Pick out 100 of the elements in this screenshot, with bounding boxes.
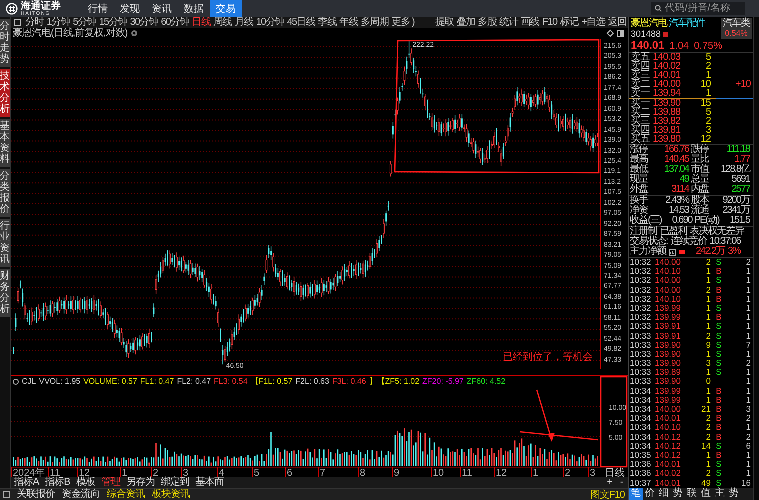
trade-price: 140.02 — [655, 469, 682, 479]
diamond-icon[interactable] — [607, 30, 614, 37]
stat-label: 换手 — [630, 196, 648, 206]
trade-time: 10:33 — [630, 359, 652, 368]
period-tab[interactable]: 年线 — [338, 17, 360, 28]
nav-tab[interactable]: 资讯 — [146, 0, 178, 17]
nav-tab[interactable]: 行情 — [82, 0, 114, 17]
stat-label: 净资 — [630, 206, 648, 216]
period-tab[interactable]: 1分钟 — [45, 17, 72, 28]
period-tab[interactable]: 45日线 — [286, 17, 317, 28]
toolbar-button[interactable]: F10 — [540, 17, 559, 28]
trade-time: 10:32 — [630, 258, 652, 268]
indicator-value: FL1: 0.47 — [140, 377, 174, 386]
trade-time: 10:33 — [630, 368, 652, 378]
side-tab[interactable]: 分时走势 — [0, 19, 10, 67]
indicator-tab[interactable]: 指标B — [42, 477, 74, 488]
period-tab[interactable]: 5分钟 — [72, 17, 98, 28]
toolbar-button[interactable]: 画线 — [519, 17, 541, 28]
trade-side: B — [715, 423, 723, 433]
trade-time: 10:34 — [630, 396, 652, 406]
indicator-tab[interactable]: 绑定到 — [158, 477, 192, 488]
toolbar-button[interactable]: 标记 — [558, 17, 580, 28]
annotation-arrow — [536, 390, 555, 442]
period-tab[interactable]: 多周期 — [359, 17, 390, 28]
side-tab[interactable]: 分类报价 — [0, 169, 10, 217]
trade-time: 10:32 — [630, 313, 652, 322]
trade-count: 1 — [745, 368, 751, 378]
indicator-tab[interactable]: 基本面 — [192, 477, 227, 488]
side-tab[interactable]: 行业资讯 — [0, 219, 10, 267]
trade-side: S — [715, 276, 723, 286]
panel-toggle-icon[interactable] — [14, 19, 21, 26]
period-tab[interactable]: 10分钟 — [254, 17, 286, 28]
quote-tab[interactable]: 价 — [643, 488, 657, 500]
chart-icon[interactable] — [669, 248, 676, 256]
stat-value: 9200万 — [722, 196, 750, 206]
trade-price: 139.90 — [655, 377, 682, 387]
order-price: 140.00 — [653, 80, 682, 89]
status-link[interactable]: 综合资讯 — [107, 489, 145, 500]
toolbar-button[interactable]: +自选 — [580, 17, 607, 28]
indicator-value: VVOL: 1.95 — [39, 377, 81, 386]
indicator-tab[interactable]: 管理 — [98, 477, 124, 488]
toolbar-button[interactable]: 叠加 — [455, 17, 477, 28]
order-volume: 1 — [704, 89, 711, 98]
ask-label: 卖二 — [631, 80, 651, 89]
stat-label: 跌停 — [691, 145, 709, 155]
period-tab[interactable]: 60分钟 — [160, 17, 191, 28]
period-tab[interactable]: 周线 — [212, 17, 234, 28]
trade-time: 10:33 — [630, 377, 652, 387]
nav-tab[interactable]: 发现 — [114, 0, 146, 17]
quote-tab[interactable]: 值 — [699, 488, 713, 500]
indicator-tab[interactable]: 指标A — [11, 477, 42, 488]
stat-label: 股本 — [691, 196, 709, 206]
quote-tab[interactable]: 势 — [671, 488, 685, 500]
indicator-icon[interactable] — [13, 378, 19, 384]
quote-tab[interactable]: 笔 — [629, 488, 643, 500]
trade-price: 140.12 — [655, 442, 682, 451]
indicator-tab[interactable]: 模板 — [73, 477, 98, 488]
period-tab[interactable]: 分时 — [24, 17, 46, 28]
indicator-value: ZF60: 4.52 — [466, 377, 506, 386]
toolbar-button[interactable]: 返回 — [606, 17, 628, 28]
stat-label: 内盘 — [691, 185, 709, 195]
trade-price: 139.90 — [655, 350, 682, 360]
quote-tab[interactable]: 联 — [685, 488, 699, 500]
nav-tab[interactable]: 交易 — [210, 0, 242, 17]
toolbar-button[interactable]: 提取 — [434, 17, 456, 28]
sector-button[interactable]: 汽车类 0.54% — [721, 18, 752, 39]
trade-side: B — [715, 405, 723, 414]
period-tab[interactable]: 15分钟 — [98, 17, 129, 28]
period-tab[interactable]: 日线 — [190, 17, 212, 28]
status-link[interactable]: 资金流向 — [62, 489, 100, 500]
zoom-button[interactable]: - — [616, 477, 628, 488]
date-axis-label: 6 — [287, 468, 293, 479]
trade-count: 1 — [745, 350, 751, 360]
period-tab[interactable]: 季线 — [316, 17, 338, 28]
trade-price: 139.91 — [655, 332, 682, 341]
date-axis-label: 2 — [565, 468, 571, 479]
trade-price: 139.89 — [655, 368, 682, 378]
period-tab[interactable]: 更多 ) — [390, 17, 416, 28]
side-tab[interactable]: 技术分析 — [0, 69, 10, 117]
quote-tab[interactable]: 势 — [727, 488, 741, 500]
side-tab[interactable]: 基本资料 — [0, 119, 10, 167]
period-tab[interactable]: 月线 — [233, 17, 255, 28]
trade-count: 1 — [745, 332, 751, 341]
period-tab[interactable]: 30分钟 — [128, 17, 160, 28]
logo-icon — [6, 2, 18, 14]
settings-icon[interactable] — [130, 30, 138, 37]
panel-icon[interactable] — [3, 491, 10, 498]
quote-tab[interactable]: 细 — [657, 488, 671, 500]
nav-tab[interactable]: 数据 — [178, 0, 210, 17]
status-link[interactable]: 板块资讯 — [152, 489, 190, 500]
side-tab[interactable]: 财务分析 — [0, 269, 10, 317]
panel-icon[interactable] — [617, 30, 624, 37]
f10-link[interactable]: 图文F10 — [590, 488, 625, 500]
indicator-tab[interactable]: 另存为 — [123, 477, 158, 488]
zoom-button[interactable]: + — [604, 477, 616, 488]
quote-tab[interactable]: 主 — [713, 488, 727, 500]
trade-volume: 14 — [700, 442, 711, 451]
order-price: 139.80 — [653, 135, 682, 144]
status-link[interactable]: 关联报价 — [17, 489, 55, 500]
toolbar-button[interactable]: 多股 — [476, 17, 498, 28]
